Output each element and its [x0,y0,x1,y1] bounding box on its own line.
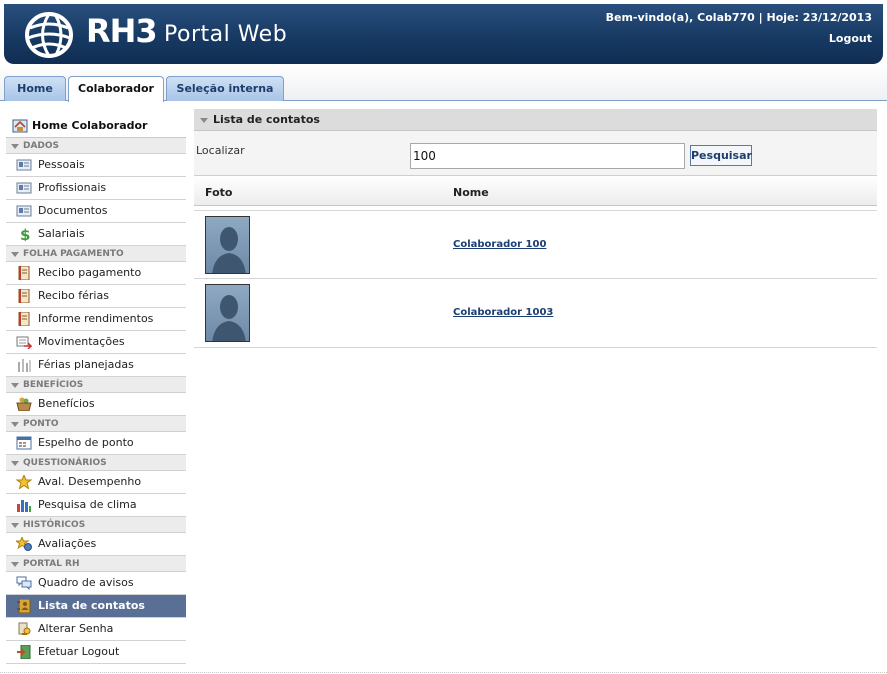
sidebar-item-recibo-pagamento[interactable]: Recibo pagamento [6,262,186,285]
sidebar-item-lista-de-contatos[interactable]: Lista de contatos [6,595,186,618]
search-label: Localizar [196,144,245,157]
notebook-icon [18,289,30,303]
table-row: Colaborador 100 [194,210,877,279]
id-card-icon [16,159,32,171]
bar-chart-icon [17,500,31,512]
table-row: Colaborador 1003 [194,279,877,348]
app-header: RH3 Portal Web Bem-vindo(a), Colab770 | … [4,4,883,64]
key-icon [18,622,31,635]
sidebar-item-label: Profissionais [38,181,107,194]
person-silhouette-icon [212,227,246,273]
search-input[interactable] [410,143,685,169]
footer-divider [0,672,887,673]
sidebar-item-ferias-planejadas[interactable]: Férias planejadas [6,354,186,377]
tab-colaborador[interactable]: Colaborador [68,76,164,102]
star-medal-icon [16,537,32,551]
star-icon [16,475,32,489]
search-button[interactable]: Pesquisar [690,145,752,166]
sidebar-item-label: Pesquisa de clima [38,498,137,511]
sidebar-item-label: Quadro de avisos [38,576,134,589]
panel-title[interactable]: Lista de contatos [194,109,877,131]
sidebar-item-recibo-ferias[interactable]: Recibo férias [6,285,186,308]
transfer-icon [16,336,32,349]
column-header-nome: Nome [453,186,489,199]
person-silhouette-icon [212,295,246,341]
sidebar-item-label: Benefícios [38,397,95,410]
brand-subtitle: Portal Web [164,22,288,47]
sidebar-item-label: Espelho de ponto [38,436,134,449]
sidebar-item-quadro-de-avisos[interactable]: Quadro de avisos [6,572,186,595]
avatar [205,216,250,274]
sidebar-item-label: Salariais [38,227,85,240]
section-beneficios[interactable]: BENEFÍCIOS [6,377,186,393]
sidebar-item-label: Recibo pagamento [38,266,142,279]
avatar [205,284,250,342]
sidebar-item-alterar-senha[interactable]: Alterar Senha [6,618,186,641]
welcome-text: Bem-vindo(a), Colab770 | Hoje: 23/12/201… [605,11,872,24]
sidebar-item-documentos[interactable]: Documentos [6,200,186,223]
sidebar-item-label: Férias planejadas [38,358,134,371]
brand-name: RH3 [86,12,158,50]
sidebar-item-efetuar-logout[interactable]: Efetuar Logout [6,641,186,664]
id-card-icon [16,182,32,194]
sidebar-item-avaliacoes[interactable]: Avaliações [6,533,186,556]
sidebar-item-label: Pessoais [38,158,85,171]
section-historicos[interactable]: HISTÓRICOS [6,517,186,533]
contact-name-link[interactable]: Colaborador 100 [453,239,546,250]
sidebar-item-label: Recibo férias [38,289,109,302]
section-ponto[interactable]: PONTO [6,416,186,432]
sidebar-item-informe-rendimentos[interactable]: Informe rendimentos [6,308,186,331]
section-dados[interactable]: DADOS [6,138,186,154]
tab-home[interactable]: Home [4,76,66,101]
sidebar-item-label: Movimentações [38,335,125,348]
home-icon [12,119,28,133]
search-area: Localizar Pesquisar [194,131,877,175]
section-folha-pagamento[interactable]: FOLHA PAGAMENTO [6,246,186,262]
sidebar-item-home-colaborador[interactable]: Home Colaborador [6,114,186,138]
sidebar-item-salariais[interactable]: $ Salariais [6,223,186,246]
logout-link[interactable]: Logout [829,32,872,45]
section-questionarios[interactable]: QUESTIONÁRIOS [6,455,186,471]
address-book-icon [17,599,31,613]
tab-selecao-interna[interactable]: Seleção interna [166,76,284,101]
dollar-icon: $ [20,227,30,241]
notebook-icon [18,266,30,280]
sidebar: Home Colaborador DADOS Pessoais Profissi… [6,114,186,664]
sidebar-item-label: Efetuar Logout [38,645,120,658]
notebook-icon [18,312,30,326]
sidebar-item-espelho-de-ponto[interactable]: Espelho de ponto [6,432,186,455]
sidebar-item-label: Documentos [38,204,108,217]
section-portal-rh[interactable]: PORTAL RH [6,556,186,572]
sidebar-item-movimentacoes[interactable]: Movimentações [6,331,186,354]
sidebar-item-pesquisa-de-clima[interactable]: Pesquisa de clima [6,494,186,517]
sidebar-item-label: Avaliações [38,537,97,550]
calendar-bars-icon [18,359,31,372]
main-tabs: Home Colaborador Seleção interna [0,64,887,102]
contact-list-panel: Lista de contatos Localizar Pesquisar Fo… [194,109,877,350]
globe-logo-icon [25,12,73,58]
calendar-icon [16,436,32,450]
contact-name-link[interactable]: Colaborador 1003 [453,307,553,318]
sidebar-item-label: Alterar Senha [38,622,114,635]
sidebar-item-label: Aval. Desempenho [38,475,142,488]
basket-icon [16,397,32,411]
table-header: Foto Nome [194,175,877,206]
svg-text:$: $ [20,227,30,241]
speech-bubbles-icon [16,576,32,590]
sidebar-item-profissionais[interactable]: Profissionais [6,177,186,200]
exit-icon [17,645,31,659]
id-card-icon [16,205,32,217]
column-header-foto: Foto [205,186,233,199]
sidebar-item-aval-desempenho[interactable]: Aval. Desempenho [6,471,186,494]
sidebar-item-pessoais[interactable]: Pessoais [6,154,186,177]
sidebar-item-beneficios[interactable]: Benefícios [6,393,186,416]
sidebar-home-label: Home Colaborador [32,119,148,132]
sidebar-item-label: Lista de contatos [38,599,145,612]
sidebar-item-label: Informe rendimentos [38,312,154,325]
